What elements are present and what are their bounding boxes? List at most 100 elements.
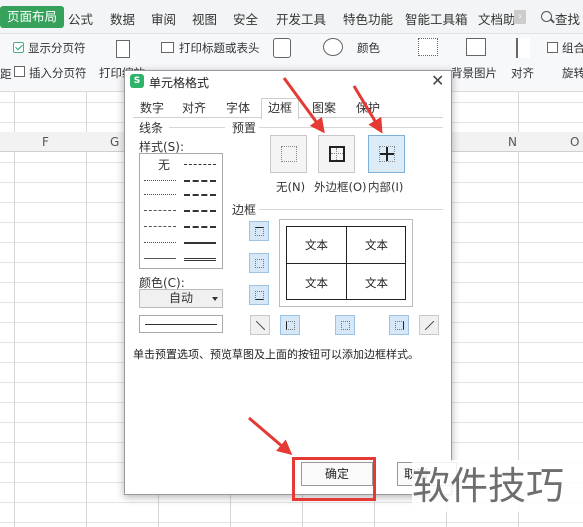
chevron-down-icon [212, 297, 218, 301]
border-left-icon [286, 321, 295, 330]
border-middle-horizontal-icon [255, 259, 264, 268]
print-zoom-icon[interactable] [116, 40, 130, 58]
cell-format-dialog: S 单元格格式 ✕ 数字 对齐 字体 边框 图案 保护 线条 样式(S): 无 … [124, 70, 457, 495]
border-top-button[interactable] [249, 221, 269, 241]
tab-smart-toolbox[interactable]: 智能工具箱 [405, 9, 468, 28]
hint-text: 单击预置选项、预览草图及上面的按钮可以添加边框样式。 [133, 348, 419, 361]
search-label[interactable]: 查找 [555, 9, 580, 28]
print-titles-button[interactable]: 打印标题或表头 [179, 40, 260, 56]
border-left-button[interactable] [280, 315, 300, 335]
column-header-f[interactable]: F [42, 135, 49, 149]
tab-alignment[interactable]: 对齐 [175, 98, 213, 118]
watermark-text: 软件技巧 [412, 460, 583, 512]
preset-none-button[interactable] [270, 135, 307, 173]
line-style-option[interactable] [144, 194, 176, 195]
color-dropdown[interactable]: 自动 [139, 289, 223, 308]
border-outline-icon [329, 146, 345, 162]
show-page-break-checkbox[interactable] [13, 42, 24, 53]
line-style-option[interactable] [184, 164, 216, 165]
preview-horizontal-line [287, 263, 405, 264]
border-bottom-button[interactable] [249, 285, 269, 305]
preset-inside-button[interactable] [368, 135, 405, 173]
tab-formula[interactable]: 公式 [68, 9, 93, 28]
preset-section-divider [259, 127, 443, 128]
dialog-title: 单元格格式 [149, 76, 210, 90]
line-style-option[interactable] [144, 180, 176, 181]
preview-text: 文本 [305, 238, 328, 252]
insert-page-break-button[interactable]: 插入分页符 [29, 65, 87, 81]
group-button[interactable]: 组合 [562, 40, 583, 56]
preview-text: 文本 [305, 276, 328, 290]
line-style-option[interactable] [144, 226, 176, 227]
color-preview-line [139, 315, 223, 333]
border-right-button[interactable] [389, 315, 409, 335]
border-section-label: 边框 [232, 203, 257, 217]
line-style-option[interactable] [184, 258, 216, 261]
app-logo-icon: S [130, 74, 144, 88]
line-style-option[interactable] [184, 242, 216, 244]
left-edge-label: 距 [0, 67, 12, 81]
preset-none-label: 无(N) [276, 180, 306, 194]
tab-border[interactable]: 边框 [261, 98, 300, 119]
tab-features[interactable]: 特色功能 [343, 9, 393, 28]
show-page-break-label: 显示分页符 [28, 41, 86, 55]
line-section-divider [169, 127, 225, 128]
grid-icon[interactable] [418, 38, 438, 56]
color-value: 自动 [168, 291, 193, 305]
diagonal-up-icon [256, 321, 265, 330]
column-header-n[interactable]: N [508, 135, 517, 149]
line-style-list[interactable]: 无 [139, 153, 223, 269]
background-image-button[interactable]: 背景图片 [451, 65, 497, 81]
line-section-label: 线条 [139, 121, 164, 135]
rotate-button[interactable]: 旋转 [562, 65, 583, 81]
border-diagonal-down-button[interactable] [419, 315, 439, 335]
tab-number[interactable]: 数字 [133, 98, 171, 118]
line-style-option[interactable] [184, 226, 216, 228]
preset-inside-label: 内部(I) [368, 180, 404, 194]
search-icon[interactable] [541, 11, 552, 22]
ok-button-highlight [292, 457, 376, 501]
border-preview[interactable]: 文本 文本 文本 文本 [279, 219, 413, 307]
align-icon[interactable] [516, 38, 530, 58]
preview-text: 文本 [365, 276, 388, 290]
tab-protection[interactable]: 保护 [349, 98, 387, 118]
palette-icon[interactable] [323, 38, 343, 56]
line-style-none[interactable]: 无 [158, 156, 170, 173]
line-style-option[interactable] [184, 180, 216, 182]
border-none-icon [281, 146, 297, 162]
dialog-title-bar[interactable]: S 单元格格式 ✕ [125, 71, 451, 93]
column-header-g[interactable]: G [110, 135, 119, 149]
border-middle-vertical-icon [341, 321, 350, 330]
align-button[interactable]: 对齐 [511, 65, 534, 81]
tab-security[interactable]: 安全 [233, 9, 258, 28]
border-diagonal-up-button[interactable] [250, 315, 270, 335]
border-middle-horizontal-button[interactable] [249, 253, 269, 273]
line-style-option[interactable] [184, 210, 216, 212]
color-button[interactable]: 颜色 [357, 40, 380, 56]
tab-doc-helper[interactable]: 文档助 [478, 9, 516, 28]
image-icon[interactable] [466, 38, 486, 56]
more-tabs-button[interactable]: › [514, 10, 526, 24]
ribbon-menubar: 页面布局 公式 数据 审阅 视图 安全 开发工具 特色功能 智能工具箱 文档助 … [0, 0, 583, 34]
preview-text: 文本 [365, 238, 388, 252]
preset-outline-label: 外边框(O) [314, 180, 367, 194]
dialog-tabs: 数字 对齐 字体 边框 图案 保护 [133, 98, 443, 119]
tab-view[interactable]: 视图 [192, 9, 217, 28]
diagonal-down-icon [425, 321, 434, 330]
tab-developer[interactable]: 开发工具 [276, 9, 326, 28]
close-icon[interactable]: ✕ [431, 71, 444, 91]
line-style-option[interactable] [144, 210, 176, 211]
tab-data[interactable]: 数据 [110, 9, 135, 28]
tab-pattern[interactable]: 图案 [305, 98, 343, 118]
line-style-option[interactable] [144, 258, 176, 259]
line-style-option[interactable] [184, 194, 216, 196]
preset-outline-button[interactable] [318, 135, 355, 173]
border-middle-vertical-button[interactable] [335, 315, 355, 335]
tab-font[interactable]: 字体 [219, 98, 257, 118]
preview-icon[interactable] [273, 38, 291, 58]
tab-review[interactable]: 审阅 [151, 9, 176, 28]
print-titles-icon [161, 42, 174, 53]
tab-page-layout[interactable]: 页面布局 [0, 6, 65, 28]
column-header-o[interactable]: O [570, 135, 579, 149]
line-style-option[interactable] [144, 242, 176, 243]
